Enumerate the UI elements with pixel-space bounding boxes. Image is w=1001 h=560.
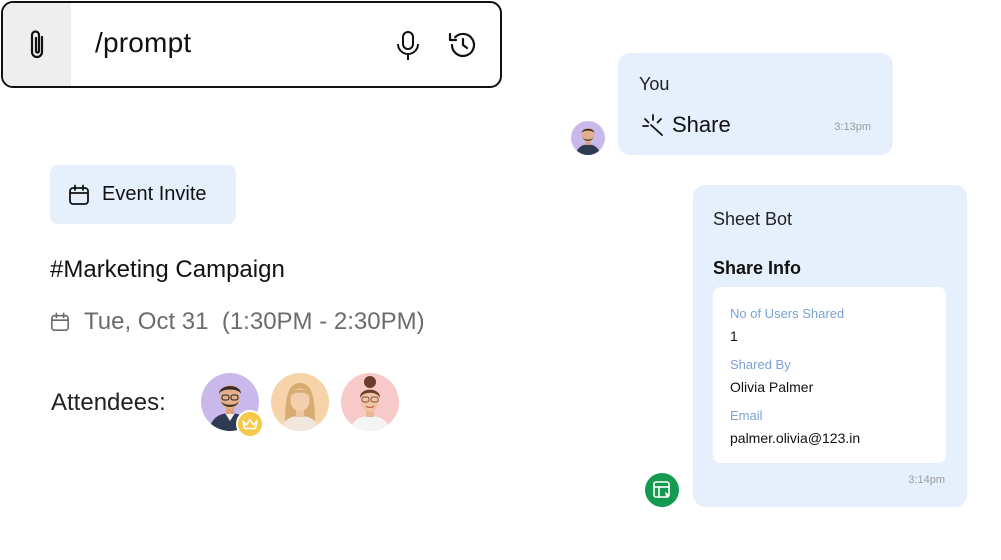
prompt-text[interactable]: /prompt (95, 27, 191, 59)
share-info-heading: Share Info (713, 258, 802, 278)
user-message-bubble: You Share 3:13pm (618, 53, 893, 155)
event-title: #Marketing Campaign (50, 256, 285, 283)
field-value-email: palmer.olivia@123.in (730, 430, 861, 446)
event-date: Tue, Oct 31 (1:30PM - 2:30PM) (84, 308, 425, 335)
message-timestamp: 3:14pm (908, 474, 945, 486)
field-label-email: Email (730, 408, 763, 423)
field-label-shared-by: Shared By (730, 357, 791, 372)
bot-message-bubble: Sheet Bot Share Info No of Users Shared … (693, 185, 967, 507)
share-action-label: Share (672, 112, 731, 137)
sender-name: Sheet Bot (713, 209, 793, 229)
paperclip-icon (30, 29, 44, 58)
user-avatar[interactable] (571, 121, 605, 155)
share-info-card: No of Users Shared 1 Shared By Olivia Pa… (713, 287, 946, 463)
attach-button[interactable] (3, 3, 71, 86)
field-value-shared-by: Olivia Palmer (730, 379, 814, 395)
spreadsheet-icon (653, 481, 670, 499)
share-action: Share (642, 112, 731, 138)
woman-bun-avatar (341, 373, 399, 431)
history-icon[interactable] (447, 30, 479, 60)
sheet-bot-avatar[interactable] (645, 473, 679, 507)
woman-blonde-avatar (271, 373, 329, 431)
sender-name: You (639, 74, 670, 94)
field-value-users-shared: 1 (730, 328, 738, 344)
attendees-label: Attendees: (51, 389, 166, 416)
crown-icon (242, 418, 258, 430)
field-label-users-shared: No of Users Shared (730, 306, 845, 321)
attendee-avatar-3[interactable] (341, 373, 399, 431)
sparkle-icon (642, 114, 663, 136)
man-glasses-avatar (571, 121, 605, 155)
message-timestamp: 3:13pm (834, 121, 871, 133)
attendee-avatar-2[interactable] (271, 373, 329, 431)
prompt-input-bar[interactable]: /prompt (1, 1, 502, 88)
event-invite-chip[interactable]: Event Invite (50, 165, 236, 224)
event-invite-label: Event Invite (102, 183, 207, 205)
calendar-icon (69, 184, 89, 205)
event-date-row: Tue, Oct 31 (1:30PM - 2:30PM) (50, 308, 425, 336)
calendar-icon (51, 312, 69, 331)
microphone-icon[interactable] (395, 31, 421, 61)
organizer-badge (236, 410, 264, 438)
